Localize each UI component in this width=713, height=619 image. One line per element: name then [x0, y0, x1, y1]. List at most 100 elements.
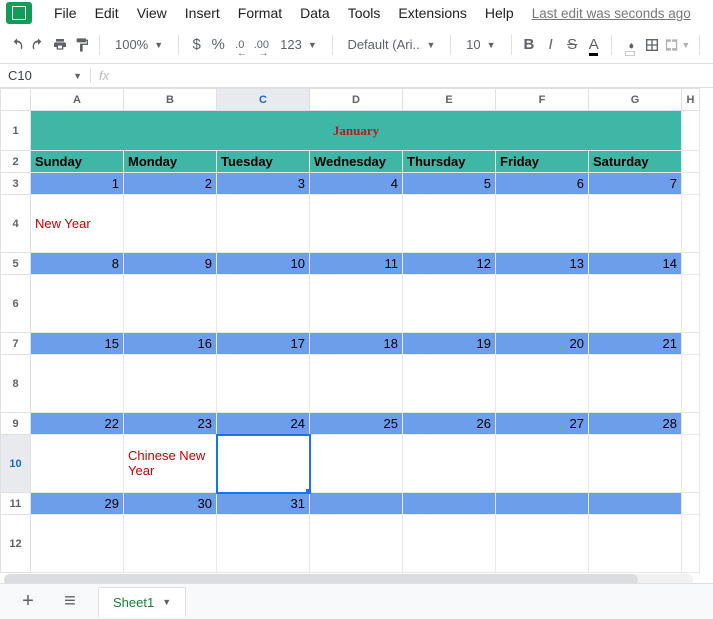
- day-header-sun[interactable]: Sunday: [31, 151, 124, 173]
- date-cell[interactable]: 9: [124, 253, 217, 275]
- date-cell[interactable]: 23: [124, 413, 217, 435]
- empty-cell[interactable]: [31, 435, 124, 493]
- menu-view[interactable]: View: [129, 2, 175, 24]
- date-cell[interactable]: 30: [124, 493, 217, 515]
- col-header-F[interactable]: F: [496, 89, 589, 111]
- row-header-5[interactable]: 5: [1, 253, 31, 275]
- empty-cell[interactable]: [124, 515, 217, 573]
- empty-cell[interactable]: [217, 195, 310, 253]
- last-edit-link[interactable]: Last edit was seconds ago: [524, 3, 699, 24]
- empty-cell[interactable]: [217, 515, 310, 573]
- day-header-thu[interactable]: Thursday: [403, 151, 496, 173]
- row-header-11[interactable]: 11: [1, 493, 31, 515]
- empty-cell[interactable]: [31, 355, 124, 413]
- empty-cell[interactable]: [403, 435, 496, 493]
- col-header-H[interactable]: H: [682, 89, 700, 111]
- date-cell[interactable]: 22: [31, 413, 124, 435]
- col-header-E[interactable]: E: [403, 89, 496, 111]
- menu-data[interactable]: Data: [292, 2, 338, 24]
- empty-cell[interactable]: [310, 195, 403, 253]
- text-color-button[interactable]: A: [585, 32, 603, 58]
- date-cell[interactable]: 15: [31, 333, 124, 355]
- date-cell[interactable]: 31: [217, 493, 310, 515]
- date-cell[interactable]: 16: [124, 333, 217, 355]
- date-cell[interactable]: 6: [496, 173, 589, 195]
- font-size-dropdown[interactable]: 10▼: [460, 32, 501, 58]
- date-cell[interactable]: 4: [310, 173, 403, 195]
- merge-cells-button[interactable]: ▼: [664, 32, 690, 58]
- formula-input[interactable]: [117, 64, 713, 87]
- date-cell[interactable]: [403, 493, 496, 515]
- event-cell-chinese-new-year[interactable]: Chinese New Year: [124, 435, 217, 493]
- date-cell[interactable]: 5: [403, 173, 496, 195]
- calendar-title[interactable]: January: [31, 111, 682, 151]
- date-cell[interactable]: 26: [403, 413, 496, 435]
- empty-cell[interactable]: [403, 515, 496, 573]
- col-header-C[interactable]: C: [217, 89, 310, 111]
- date-cell[interactable]: 11: [310, 253, 403, 275]
- day-header-fri[interactable]: Friday: [496, 151, 589, 173]
- date-cell[interactable]: 8: [31, 253, 124, 275]
- date-cell[interactable]: 2: [124, 173, 217, 195]
- date-cell[interactable]: 17: [217, 333, 310, 355]
- name-box[interactable]: C10▼: [0, 68, 90, 83]
- borders-button[interactable]: [643, 32, 661, 58]
- row-header-8[interactable]: 8: [1, 355, 31, 413]
- empty-cell[interactable]: [310, 355, 403, 413]
- empty-cell[interactable]: [496, 515, 589, 573]
- empty-cell[interactable]: [496, 355, 589, 413]
- empty-cell[interactable]: [124, 355, 217, 413]
- date-cell[interactable]: 1: [31, 173, 124, 195]
- empty-cell[interactable]: [403, 355, 496, 413]
- selected-cell-c10[interactable]: [217, 435, 310, 493]
- menu-file[interactable]: File: [46, 2, 85, 24]
- day-header-mon[interactable]: Monday: [124, 151, 217, 173]
- undo-button[interactable]: [8, 32, 26, 58]
- decrease-decimal-button[interactable]: .0←: [231, 32, 249, 58]
- row-header-9[interactable]: 9: [1, 413, 31, 435]
- zoom-dropdown[interactable]: 100%▼: [109, 32, 169, 58]
- date-cell[interactable]: 7: [589, 173, 682, 195]
- empty-cell[interactable]: [310, 435, 403, 493]
- bold-button[interactable]: B: [520, 32, 538, 58]
- col-header-D[interactable]: D: [310, 89, 403, 111]
- row-header-6[interactable]: 6: [1, 275, 31, 333]
- date-cell[interactable]: 18: [310, 333, 403, 355]
- row-header-1[interactable]: 1: [1, 111, 31, 151]
- col-header-B[interactable]: B: [124, 89, 217, 111]
- format-currency-button[interactable]: $: [188, 32, 206, 58]
- col-header-A[interactable]: A: [31, 89, 124, 111]
- format-percent-button[interactable]: %: [209, 32, 227, 58]
- empty-cell[interactable]: [496, 435, 589, 493]
- day-header-tue[interactable]: Tuesday: [217, 151, 310, 173]
- empty-cell[interactable]: [589, 435, 682, 493]
- date-cell[interactable]: [310, 493, 403, 515]
- row-header-12[interactable]: 12: [1, 515, 31, 573]
- row-header-2[interactable]: 2: [1, 151, 31, 173]
- font-family-dropdown[interactable]: Default (Ari...▼: [341, 32, 441, 58]
- fill-color-button[interactable]: [621, 32, 639, 58]
- empty-cell[interactable]: [496, 195, 589, 253]
- select-all-corner[interactable]: [1, 89, 31, 111]
- date-cell[interactable]: 29: [31, 493, 124, 515]
- empty-cell[interactable]: [124, 195, 217, 253]
- empty-cell[interactable]: [31, 275, 124, 333]
- menu-extensions[interactable]: Extensions: [390, 2, 474, 24]
- date-cell[interactable]: 14: [589, 253, 682, 275]
- sheets-app-icon[interactable]: [6, 2, 32, 24]
- day-header-wed[interactable]: Wednesday: [310, 151, 403, 173]
- italic-button[interactable]: I: [542, 32, 560, 58]
- date-cell[interactable]: 20: [496, 333, 589, 355]
- date-cell[interactable]: 25: [310, 413, 403, 435]
- paint-format-button[interactable]: [73, 32, 91, 58]
- day-header-sat[interactable]: Saturday: [589, 151, 682, 173]
- date-cell[interactable]: 27: [496, 413, 589, 435]
- row-header-10[interactable]: 10: [1, 435, 31, 493]
- date-cell[interactable]: [589, 493, 682, 515]
- menu-format[interactable]: Format: [230, 2, 290, 24]
- date-cell[interactable]: 19: [403, 333, 496, 355]
- sheet-tab-sheet1[interactable]: Sheet1▼: [98, 587, 186, 617]
- empty-cell[interactable]: [496, 275, 589, 333]
- row-header-7[interactable]: 7: [1, 333, 31, 355]
- date-cell[interactable]: 12: [403, 253, 496, 275]
